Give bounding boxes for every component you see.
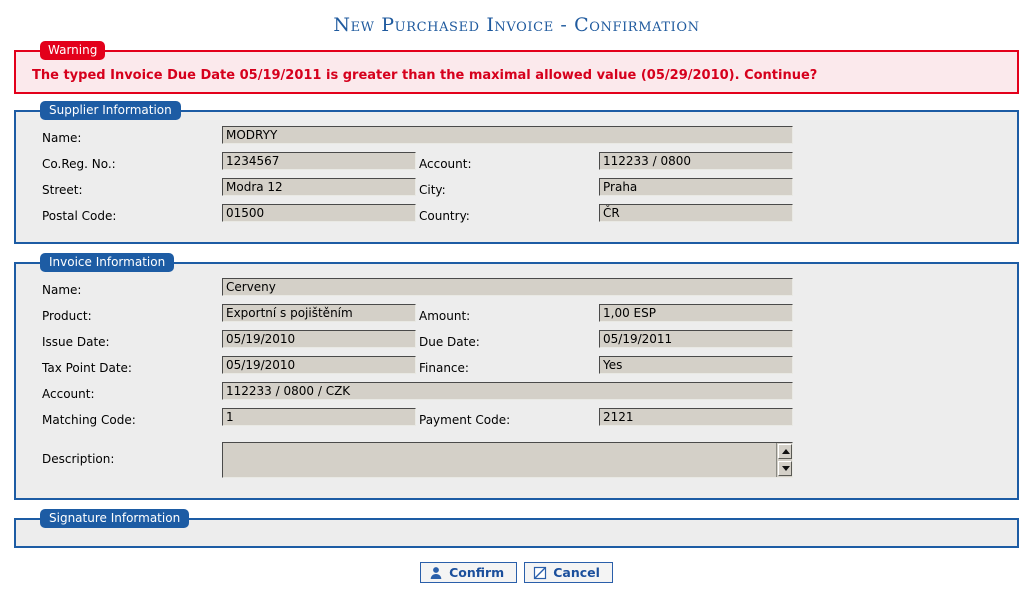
description-scrollbar[interactable] (776, 443, 792, 477)
invoice-information-legend: Invoice Information (40, 253, 175, 272)
invoice-name-row: Name: Cerveny (16, 278, 1017, 304)
invoice-account-row: Account: 112233 / 0800 / CZK (16, 382, 1017, 408)
action-bar: Confirm Cancel (0, 562, 1033, 583)
user-icon (429, 566, 443, 580)
invoice-product-field[interactable]: Exportní s pojištěním (222, 304, 416, 322)
supplier-account-label: Account: (419, 157, 472, 171)
signature-information-fieldset: Signature Information (14, 509, 1019, 548)
invoice-issue-date-row: Issue Date: 05/19/2010 Due Date: 05/19/2… (16, 330, 1017, 356)
invoice-product-label: Product: (42, 309, 92, 323)
invoice-description-label: Description: (42, 452, 115, 466)
supplier-street-field[interactable]: Modra 12 (222, 178, 416, 196)
invoice-tax-point-field[interactable]: 05/19/2010 (222, 356, 416, 374)
invoice-matching-code-field[interactable]: 1 (222, 408, 416, 426)
supplier-information-legend: Supplier Information (40, 101, 181, 120)
invoice-finance-field[interactable]: Yes (599, 356, 793, 374)
cancel-button[interactable]: Cancel (524, 562, 613, 583)
warning-message: The typed Invoice Due Date 05/19/2011 is… (32, 68, 818, 83)
invoice-description-row: Description: (16, 442, 1017, 486)
scroll-down-button[interactable] (778, 461, 792, 476)
cancel-slash-icon (533, 566, 547, 580)
supplier-name-field[interactable]: MODRYY (222, 126, 793, 144)
supplier-coreg-row: Co.Reg. No.: 1234567 Account: 112233 / 0… (16, 152, 1017, 178)
invoice-tax-point-label: Tax Point Date: (42, 361, 132, 375)
supplier-city-field[interactable]: Praha (599, 178, 793, 196)
supplier-name-row: Name: MODRYY (16, 126, 1017, 152)
warning-legend: Warning (40, 41, 106, 60)
supplier-coreg-label: Co.Reg. No.: (42, 157, 116, 171)
invoice-description-text (226, 444, 774, 476)
supplier-coreg-field[interactable]: 1234567 (222, 152, 416, 170)
invoice-description-textarea[interactable] (222, 442, 793, 478)
supplier-postal-label: Postal Code: (42, 209, 117, 223)
cancel-button-label: Cancel (553, 565, 600, 580)
confirm-button-label: Confirm (449, 565, 505, 580)
supplier-country-field[interactable]: ČR (599, 204, 793, 222)
supplier-name-label: Name: (42, 131, 82, 145)
invoice-tax-point-row: Tax Point Date: 05/19/2010 Finance: Yes (16, 356, 1017, 382)
invoice-payment-code-field[interactable]: 2121 (599, 408, 793, 426)
chevron-up-icon (782, 449, 790, 454)
supplier-postal-field[interactable]: 01500 (222, 204, 416, 222)
invoice-due-date-field[interactable]: 05/19/2011 (599, 330, 793, 348)
confirm-button[interactable]: Confirm (420, 562, 518, 583)
chevron-down-icon (782, 466, 790, 471)
invoice-information-fieldset: Invoice Information Name: Cerveny Produc… (14, 253, 1019, 500)
invoice-account-label: Account: (42, 387, 95, 401)
invoice-payment-code-label: Payment Code: (419, 413, 511, 427)
supplier-street-label: Street: (42, 183, 83, 197)
invoice-issue-date-label: Issue Date: (42, 335, 110, 349)
scroll-up-button[interactable] (778, 444, 792, 459)
invoice-amount-field[interactable]: 1,00 ESP (599, 304, 793, 322)
invoice-issue-date-field[interactable]: 05/19/2010 (222, 330, 416, 348)
invoice-finance-label: Finance: (419, 361, 469, 375)
invoice-due-date-label: Due Date: (419, 335, 480, 349)
invoice-matching-code-row: Matching Code: 1 Payment Code: 2121 (16, 408, 1017, 434)
invoice-amount-label: Amount: (419, 309, 471, 323)
supplier-information-fieldset: Supplier Information Name: MODRYY Co.Reg… (14, 101, 1019, 244)
supplier-city-label: City: (419, 183, 446, 197)
supplier-postal-row: Postal Code: 01500 Country: ČR (16, 204, 1017, 230)
supplier-account-field[interactable]: 112233 / 0800 (599, 152, 793, 170)
invoice-name-label: Name: (42, 283, 82, 297)
invoice-name-field[interactable]: Cerveny (222, 278, 793, 296)
invoice-matching-code-label: Matching Code: (42, 413, 136, 427)
supplier-country-label: Country: (419, 209, 470, 223)
invoice-product-row: Product: Exportní s pojištěním Amount: 1… (16, 304, 1017, 330)
invoice-fields: Name: Cerveny Product: Exportní s pojišt… (16, 264, 1017, 498)
warning-banner: Warning The typed Invoice Due Date 05/19… (14, 41, 1019, 94)
page-title: New Purchased Invoice - Confirmation (333, 14, 700, 36)
supplier-street-row: Street: Modra 12 City: Praha (16, 178, 1017, 204)
signature-information-legend: Signature Information (40, 509, 190, 528)
invoice-account-field[interactable]: 112233 / 0800 / CZK (222, 382, 793, 400)
supplier-fields: Name: MODRYY Co.Reg. No.: 1234567 Accoun… (16, 112, 1017, 242)
